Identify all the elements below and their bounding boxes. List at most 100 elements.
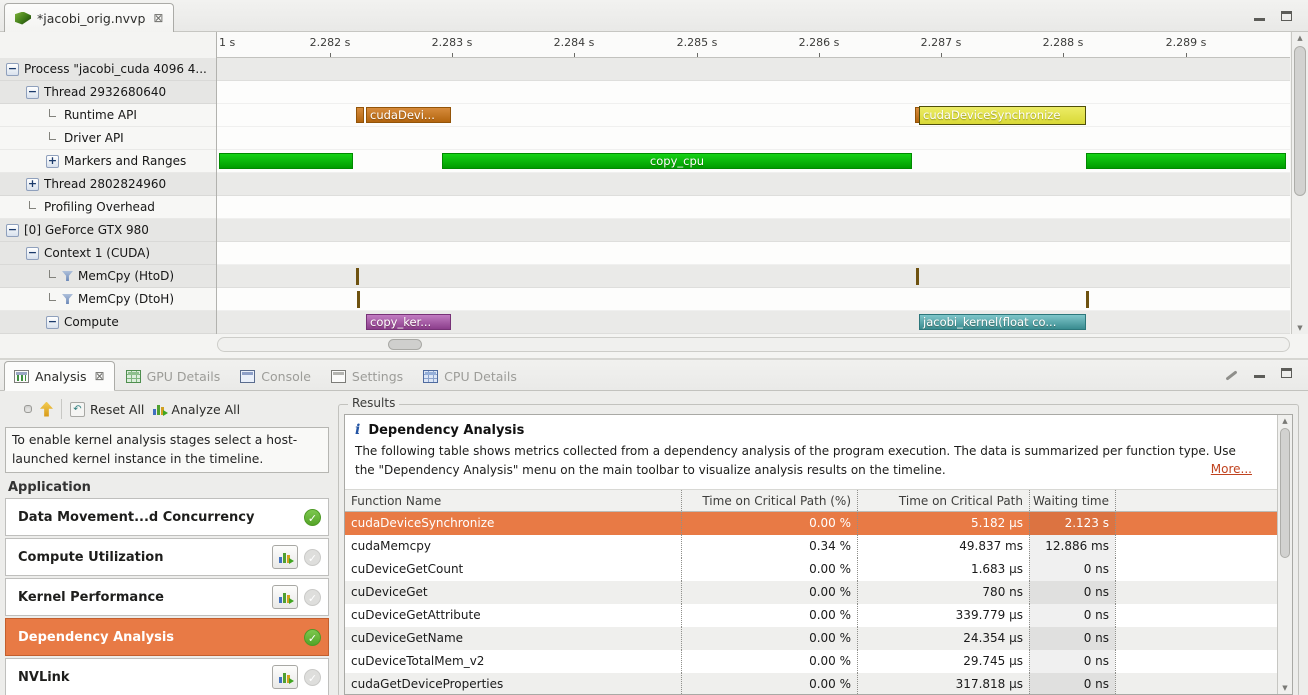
timeline-lane-process-jacobi-cuda-4096-4[interactable]: [217, 58, 1290, 81]
timeline-bar[interactable]: [356, 268, 359, 285]
timeline-bar-cudadevi[interactable]: cudaDevi...: [366, 107, 451, 123]
table-cell-filler: [1115, 627, 1277, 650]
timeline-bar[interactable]: [1086, 153, 1286, 169]
timeline-lane-compute[interactable]: copy_ker... jacobi_kernel(float co...: [217, 311, 1290, 334]
table-cell: 2.123 s: [1029, 512, 1115, 535]
table-row-cudevicegetattribute[interactable]: cuDeviceGetAttribute0.00 %339.779 µs0 ns: [345, 604, 1277, 627]
stage-chart-button[interactable]: [272, 545, 298, 569]
tree-row-compute[interactable]: −Compute: [0, 311, 216, 334]
timeline-ruler[interactable]: 1 s2.282 s2.283 s2.284 s2.285 s2.286 s2.…: [217, 32, 1290, 58]
tab-gpu-details[interactable]: GPU Details: [117, 362, 230, 390]
timeline-horizontal-scrollbar[interactable]: [217, 337, 1290, 352]
tree-row-profiling-overhead[interactable]: Profiling Overhead: [0, 196, 216, 219]
collapse-icon[interactable]: −: [26, 247, 39, 260]
scrollbar-thumb[interactable]: [1294, 46, 1306, 196]
collapse-icon[interactable]: −: [46, 316, 59, 329]
column-header-time-on-critical-path[interactable]: Time on Critical Path: [857, 490, 1029, 511]
timeline-lane-profiling-overhead[interactable]: [217, 196, 1290, 219]
tab-close-icon[interactable]: ⊠: [153, 11, 163, 25]
scroll-up-icon[interactable]: ▲: [1292, 34, 1308, 42]
tree-row-thread-2932680640[interactable]: −Thread 2932680640: [0, 81, 216, 104]
table-row-cudeviceget[interactable]: cuDeviceGet0.00 %780 ns0 ns: [345, 581, 1277, 604]
tab-cpu-details[interactable]: CPU Details: [414, 362, 526, 390]
tab-close-icon[interactable]: ⊠: [95, 369, 105, 383]
timeline-bar-cudadevicesynchronize[interactable]: cudaDeviceSynchronize: [919, 106, 1086, 125]
timeline-vertical-scrollbar[interactable]: ▲ ▼: [1291, 32, 1308, 334]
scroll-down-icon[interactable]: ▼: [1278, 684, 1292, 692]
column-header-function-name[interactable]: Function Name: [345, 490, 681, 511]
tab-analysis[interactable]: Analysis⊠: [4, 361, 115, 391]
timeline-bar[interactable]: [1086, 291, 1089, 308]
maximize-icon[interactable]: [1281, 368, 1292, 378]
timeline-bar-jacobi-kernel-float-co[interactable]: jacobi_kernel(float co...: [919, 314, 1086, 330]
guided-view-button[interactable]: [8, 405, 16, 413]
table-cell: 5.182 µs: [857, 512, 1029, 535]
timeline-lane-memcpy-htod[interactable]: [217, 265, 1290, 288]
tree-row-thread-2802824960[interactable]: +Thread 2802824960: [0, 173, 216, 196]
timeline-lane-memcpy-dtoh[interactable]: [217, 288, 1290, 311]
tree-row-0-geforce-gtx-980[interactable]: −[0] GeForce GTX 980: [0, 219, 216, 242]
scroll-down-icon[interactable]: ▼: [1292, 324, 1308, 332]
analysis-item-label: NVLink: [18, 670, 272, 685]
timeline-lane-0-geforce-gtx-980[interactable]: [217, 219, 1290, 242]
timeline-bar[interactable]: [357, 291, 360, 308]
tree-row-context-1-cuda[interactable]: −Context 1 (CUDA): [0, 242, 216, 265]
tree-row-memcpy-dtoh[interactable]: MemCpy (DtoH): [0, 288, 216, 311]
collapse-icon[interactable]: −: [26, 86, 39, 99]
timeline-lane-runtime-api[interactable]: cudaDevi... cudaDeviceSynchronize: [217, 104, 1290, 127]
up-arrow-icon[interactable]: [40, 402, 53, 417]
analysis-item-compute-utilization[interactable]: Compute Utilization: [5, 538, 329, 576]
column-header-time-on-critical-path[interactable]: Time on Critical Path (%): [681, 490, 857, 511]
results-scrollbar[interactable]: ▲ ▼: [1277, 415, 1292, 694]
column-header-waiting-time[interactable]: ▲Waiting time: [1029, 490, 1115, 511]
stage-chart-button[interactable]: [272, 585, 298, 609]
table-row-cudagetdeviceproperties[interactable]: cudaGetDeviceProperties0.00 %317.818 µs0…: [345, 673, 1277, 695]
table-row-cudevicegetcount[interactable]: cuDeviceGetCount0.00 %1.683 µs0 ns: [345, 558, 1277, 581]
table-row-cudamemcpy[interactable]: cudaMemcpy0.34 %49.837 ms12.886 ms: [345, 535, 1277, 558]
collapse-icon[interactable]: −: [6, 63, 19, 76]
minimize-icon[interactable]: [1254, 375, 1265, 378]
analyze-all-button[interactable]: Analyze All: [152, 402, 240, 417]
minimize-icon[interactable]: [1254, 18, 1265, 21]
timeline-bar[interactable]: [219, 153, 353, 169]
timeline-lane-thread-2932680640[interactable]: [217, 81, 1290, 104]
editor-tab[interactable]: *jacobi_orig.nvvp ⊠: [4, 3, 174, 32]
tree-row-runtime-api[interactable]: Runtime API: [0, 104, 216, 127]
tab-settings[interactable]: Settings: [322, 362, 412, 390]
reset-all-button[interactable]: ↶ Reset All: [70, 402, 144, 417]
expand-icon[interactable]: +: [46, 155, 59, 168]
expand-icon[interactable]: +: [26, 178, 39, 191]
scrollbar-thumb[interactable]: [1280, 428, 1290, 558]
tree-row-memcpy-htod[interactable]: MemCpy (HtoD): [0, 265, 216, 288]
tree-timeline-divider[interactable]: [216, 32, 217, 334]
unguided-view-button[interactable]: [24, 405, 32, 413]
timeline-bar[interactable]: [356, 107, 364, 123]
table-row-cudevicetotalmem-v2[interactable]: cuDeviceTotalMem_v20.00 %29.745 µs0 ns: [345, 650, 1277, 673]
collapse-icon[interactable]: −: [6, 224, 19, 237]
stage-chart-button[interactable]: [272, 665, 298, 689]
analysis-item-kernel-performance[interactable]: Kernel Performance: [5, 578, 329, 616]
timeline-bar[interactable]: [916, 268, 919, 285]
table-row-cudevicegetname[interactable]: cuDeviceGetName0.00 %24.354 µs0 ns: [345, 627, 1277, 650]
tab-console[interactable]: Console: [231, 362, 320, 390]
more-link[interactable]: More...: [1211, 462, 1252, 476]
tree-row-driver-api[interactable]: Driver API: [0, 127, 216, 150]
tree-branch-icon: [49, 270, 56, 278]
analysis-item-data-movement-d-concurrency[interactable]: Data Movement...d Concurrency: [5, 498, 329, 536]
analysis-item-label: Kernel Performance: [18, 590, 272, 605]
timeline-bar-copy-cpu[interactable]: copy_cpu: [442, 153, 912, 169]
tree-row-markers-and-ranges[interactable]: +Markers and Ranges: [0, 150, 216, 173]
timeline-bar-copy-ker[interactable]: copy_ker...: [366, 314, 451, 330]
table-row-cudadevicesynchronize[interactable]: cudaDeviceSynchronize0.00 %5.182 µs2.123…: [345, 512, 1277, 535]
tree-row-process-jacobi-cuda-4096-4[interactable]: −Process "jacobi_cuda 4096 4...: [0, 58, 216, 81]
maximize-icon[interactable]: [1281, 11, 1292, 21]
timeline-lane-thread-2802824960[interactable]: [217, 173, 1290, 196]
scrollbar-thumb[interactable]: [388, 339, 422, 350]
timeline-lane-markers-and-ranges[interactable]: copy_cpu: [217, 150, 1290, 173]
timeline-lane-driver-api[interactable]: [217, 127, 1290, 150]
results-group: Results i Dependency Analysis The follow…: [338, 404, 1299, 695]
scroll-up-icon[interactable]: ▲: [1278, 417, 1292, 425]
timeline-lane-context-1-cuda[interactable]: [217, 242, 1290, 265]
analysis-item-dependency-analysis[interactable]: Dependency Analysis: [5, 618, 329, 656]
analysis-item-nvlink[interactable]: NVLink: [5, 658, 329, 695]
